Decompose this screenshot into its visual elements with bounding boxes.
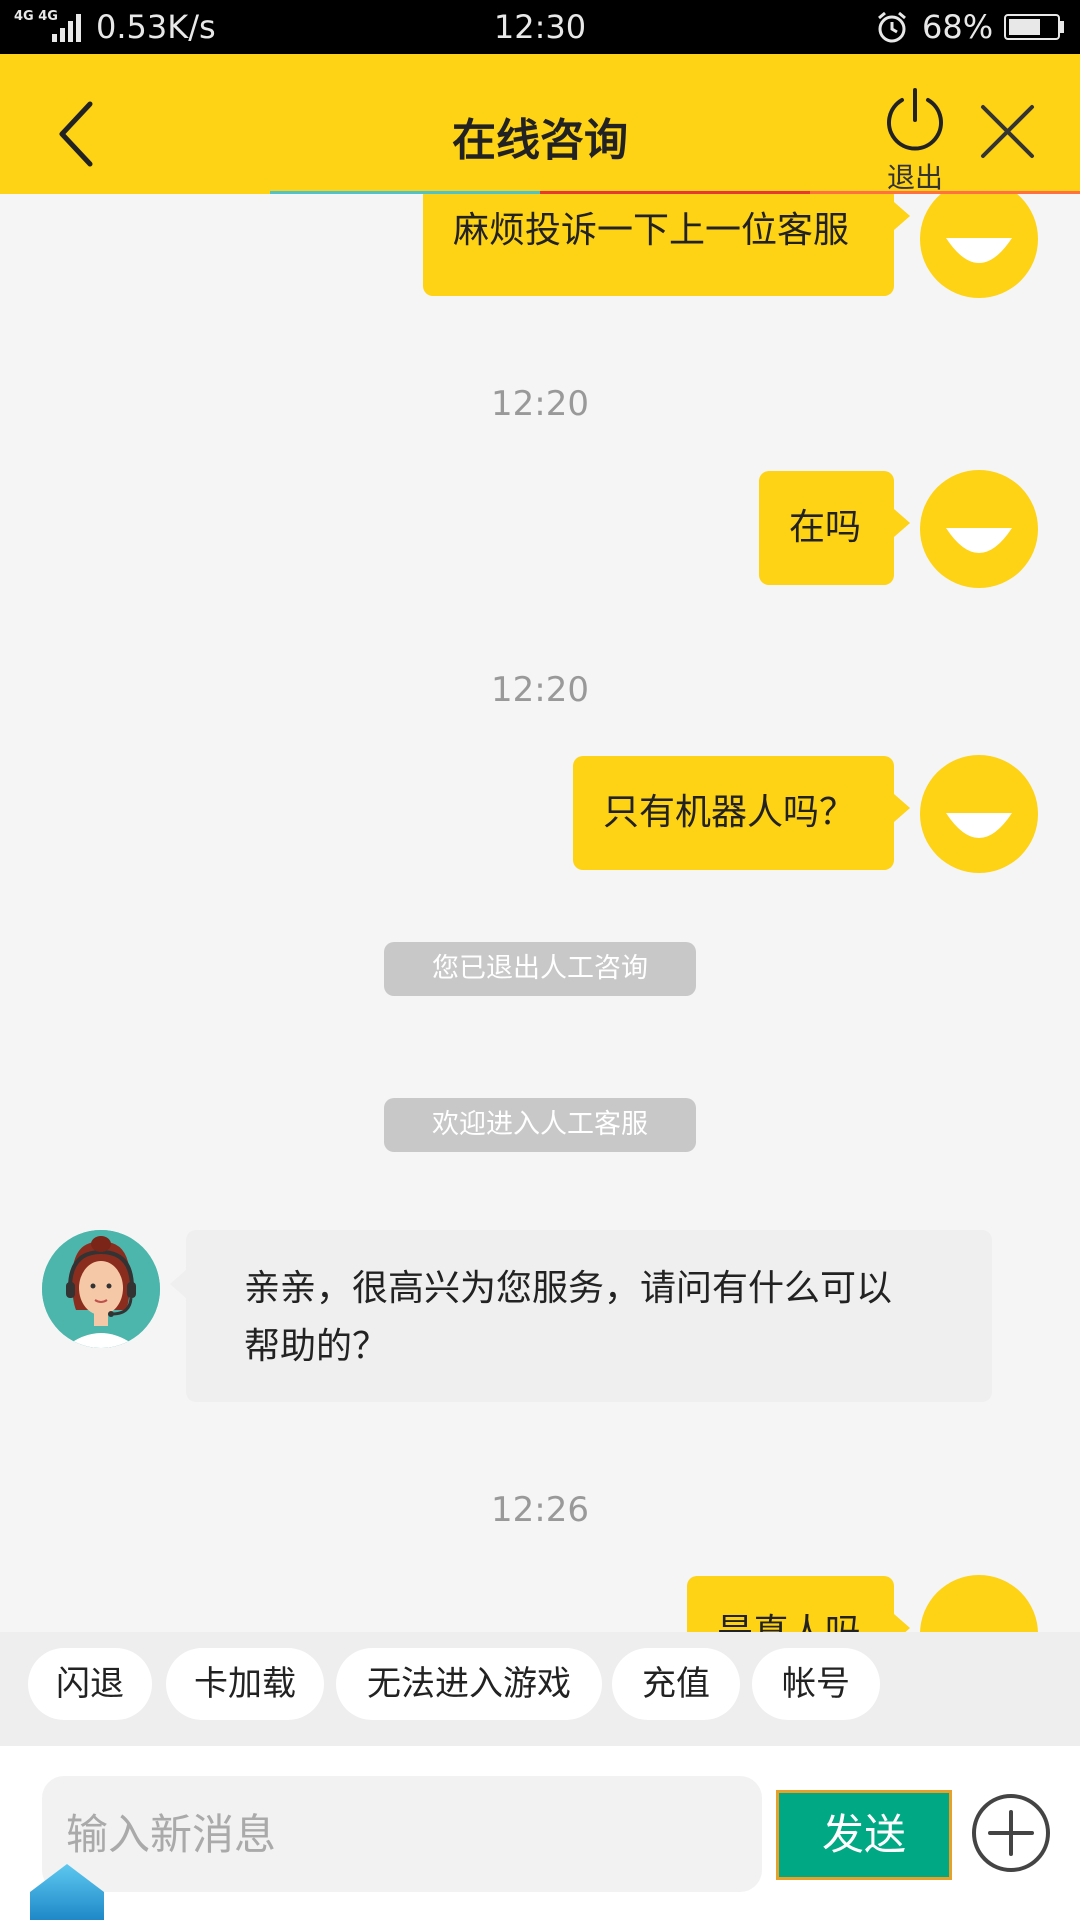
clock: 12:30 xyxy=(493,8,587,46)
message-text: 只有机器人吗？ xyxy=(603,792,856,833)
agent-avatar[interactable] xyxy=(42,1230,160,1348)
app-header: 在线咨询 退出 xyxy=(0,54,1080,194)
user-avatar[interactable] xyxy=(920,470,1038,588)
system-notice: 欢迎进入人工客服 xyxy=(384,1098,696,1152)
close-icon[interactable] xyxy=(975,99,1040,164)
user-avatar[interactable] xyxy=(920,1575,1038,1632)
smile-icon xyxy=(946,528,1012,553)
quick-tag-account[interactable]: 帐号 xyxy=(752,1648,880,1720)
quick-tag-stuck-loading[interactable]: 卡加载 xyxy=(166,1648,324,1720)
input-bar: 发送 xyxy=(0,1746,1080,1920)
incoming-message: 亲亲，很高兴为您服务，请问有什么可以 帮助的？ xyxy=(170,1230,992,1402)
user-avatar[interactable] xyxy=(920,755,1038,873)
timestamp: 12:20 xyxy=(491,384,589,424)
battery-tip xyxy=(1060,21,1064,33)
battery-icon xyxy=(1004,14,1060,40)
smile-icon xyxy=(946,238,1012,263)
quick-tag-cannot-enter-game[interactable]: 无法进入游戏 xyxy=(336,1648,602,1720)
plus-icon[interactable] xyxy=(970,1792,1052,1874)
timestamp: 12:26 xyxy=(491,1490,589,1530)
quick-tag-crash[interactable]: 闪退 xyxy=(28,1648,152,1720)
outgoing-message: 只有机器人吗？ xyxy=(573,756,910,870)
message-text-line: 亲亲，很高兴为您服务，请问有什么可以 xyxy=(244,1268,893,1309)
outgoing-message: 在吗 xyxy=(759,471,910,585)
battery-fill xyxy=(1009,19,1040,35)
quick-tag-recharge[interactable]: 充值 xyxy=(612,1648,740,1720)
timestamp: 12:20 xyxy=(491,670,589,710)
message-text-line: 帮助的？ xyxy=(244,1326,389,1367)
send-button[interactable]: 发送 xyxy=(776,1790,952,1880)
chat-area[interactable]: 麻烦投诉一下上一位客服 12:20 在吗 12:20 只有机器人吗？ 您已退出人… xyxy=(0,194,1080,1632)
outgoing-message: 是真人吗 xyxy=(687,1576,910,1632)
user-avatar[interactable] xyxy=(920,194,1038,298)
status-bar: 4G 4G 0.53K/s 12:30 68% xyxy=(0,0,1080,54)
message-input[interactable] xyxy=(42,1776,762,1892)
floating-handle-icon[interactable] xyxy=(28,1862,106,1920)
system-notice: 您已退出人工咨询 xyxy=(384,942,696,996)
quick-reply-bar: 闪退 卡加载 无法进入游戏 充值 帐号 xyxy=(0,1632,1080,1746)
alarm-icon xyxy=(878,11,906,43)
customer-service-agent-icon xyxy=(42,1230,160,1348)
smile-icon xyxy=(920,1575,1038,1632)
power-icon[interactable] xyxy=(880,86,950,156)
exit-label[interactable]: 退出 xyxy=(870,156,960,196)
outgoing-message: 麻烦投诉一下上一位客服 xyxy=(423,194,910,296)
smile-icon xyxy=(946,813,1012,838)
message-text: 在吗 xyxy=(789,507,862,548)
message-text: 是真人吗 xyxy=(717,1612,861,1632)
battery-percent: 68% xyxy=(922,8,994,46)
message-text: 麻烦投诉一下上一位客服 xyxy=(453,210,850,251)
